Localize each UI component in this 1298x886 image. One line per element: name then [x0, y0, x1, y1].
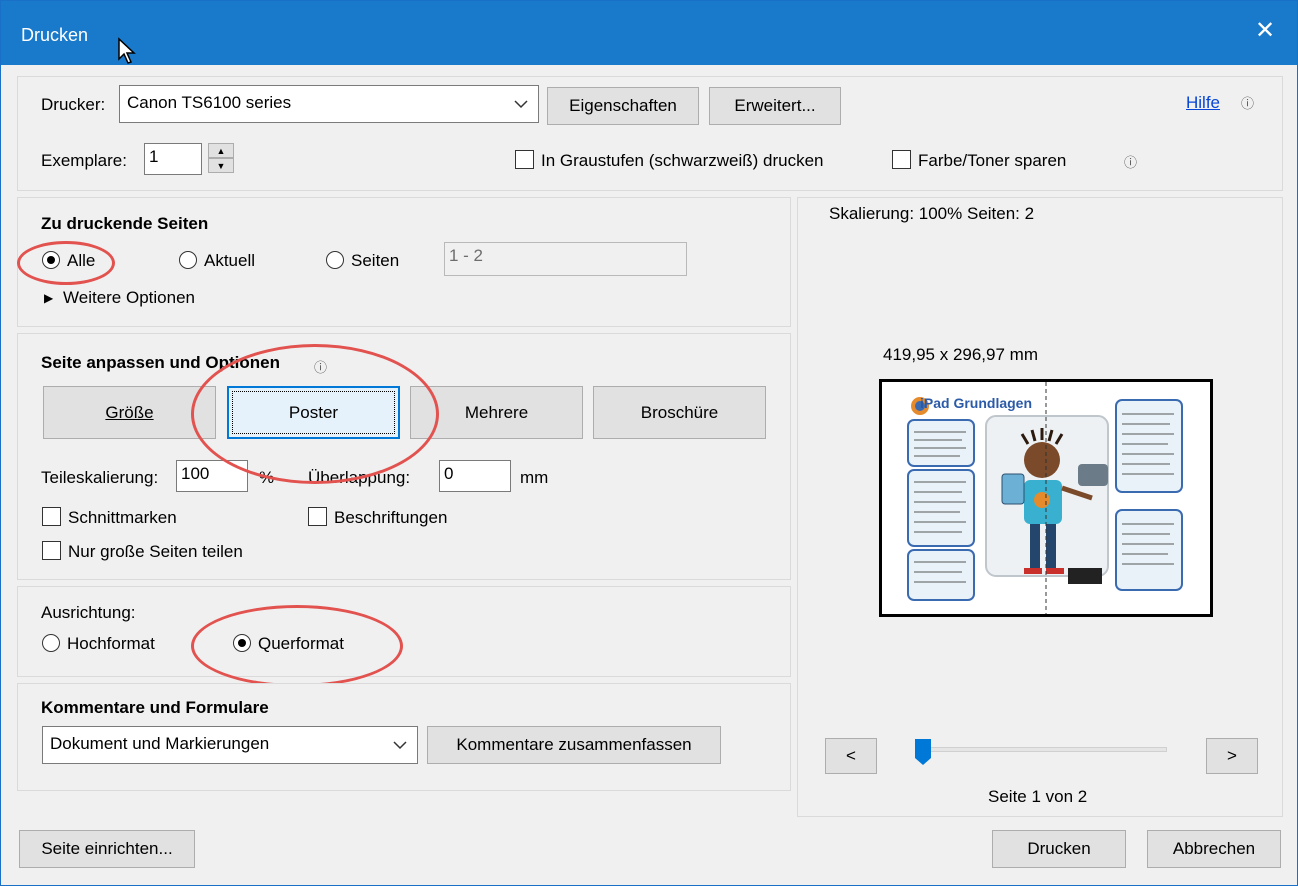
tab-booklet[interactable]: Broschüre	[593, 386, 766, 439]
pages-current-radio[interactable]	[179, 251, 197, 269]
copies-label: Exemplare:	[41, 151, 127, 170]
help-info-icon[interactable]: ⓘ	[1241, 93, 1254, 112]
chevron-down-icon	[504, 86, 538, 122]
prev-page-button[interactable]: <	[825, 738, 877, 774]
preview-doc-title: iPad Grundlagen	[920, 395, 1033, 411]
print-button[interactable]: Drucken	[992, 830, 1126, 868]
advanced-button[interactable]: Erweitert...	[709, 87, 841, 125]
increment-icon[interactable]: ▲	[208, 143, 234, 158]
tile-scale-label: Teileskalierung:	[41, 468, 159, 487]
labels-checkbox[interactable]	[308, 507, 327, 526]
cut-marks-checkbox[interactable]	[42, 507, 61, 526]
portrait-label: Hochformat	[67, 634, 155, 653]
expand-triangle-icon[interactable]: ▶	[44, 291, 53, 305]
title-bar: Drucken ✕	[1, 1, 1297, 65]
copies-stepper[interactable]: ▲ ▼	[208, 143, 234, 173]
printer-label: Drucker:	[41, 95, 106, 114]
copies-input[interactable]: 1	[144, 143, 202, 175]
mouse-cursor-icon	[118, 37, 136, 64]
page-indicator: Seite 1 von 2	[988, 787, 1088, 806]
pages-current-label: Aktuell	[204, 251, 256, 270]
page-slider-track[interactable]	[919, 747, 1167, 752]
grayscale-checkbox[interactable]	[515, 150, 534, 169]
pages-heading: Zu druckende Seiten	[41, 214, 209, 233]
comments-select[interactable]: Dokument und Markierungen	[42, 726, 418, 764]
annotation-circle	[17, 241, 115, 285]
page-slider-thumb[interactable]	[914, 738, 932, 766]
close-icon[interactable]: ✕	[1255, 19, 1275, 43]
portrait-radio[interactable]	[42, 634, 60, 652]
help-link[interactable]: Hilfe	[1186, 93, 1220, 113]
printer-select[interactable]: Canon TS6100 series	[119, 85, 539, 123]
save-toner-checkbox[interactable]	[892, 150, 911, 169]
cut-marks-label: Schnittmarken	[68, 508, 177, 527]
overlap-unit: mm	[520, 468, 549, 487]
orientation-heading: Ausrichtung:	[41, 603, 136, 622]
overlap-input[interactable]: 0	[439, 460, 511, 492]
preview-dimensions: 419,95 x 296,97 mm	[883, 345, 1038, 364]
orientation-panel	[17, 586, 791, 677]
preview-scale-text: Skalierung: 100% Seiten: 2	[829, 204, 1035, 223]
window-title: Drucken	[21, 25, 89, 45]
summarize-comments-button[interactable]: Kommentare zusammenfassen	[427, 726, 721, 764]
cancel-button[interactable]: Abbrechen	[1147, 830, 1281, 868]
annotation-circle	[191, 605, 403, 687]
preview-thumbnail	[906, 382, 1186, 614]
more-options-toggle[interactable]: Weitere Optionen	[63, 288, 195, 308]
labels-label: Beschriftungen	[334, 508, 448, 527]
comments-select-value: Dokument und Markierungen	[50, 734, 270, 753]
page-preview: iPad Grundlagen	[879, 379, 1213, 617]
save-toner-info-icon[interactable]: ⓘ	[1124, 152, 1137, 171]
properties-button[interactable]: Eigenschaften	[547, 87, 699, 125]
comments-heading: Kommentare und Formulare	[41, 698, 269, 717]
pages-range-label: Seiten	[351, 251, 400, 270]
pages-range-input[interactable]: 1 - 2	[444, 242, 687, 276]
tab-size-label: Größe	[105, 402, 154, 422]
pages-range-radio[interactable]	[326, 251, 344, 269]
save-toner-label: Farbe/Toner sparen	[918, 151, 1067, 170]
page-setup-button[interactable]: Seite einrichten...	[19, 830, 195, 868]
next-page-button[interactable]: >	[1206, 738, 1258, 774]
decrement-icon[interactable]: ▼	[208, 158, 234, 173]
print-dialog: Drucken ✕ Drucker: Canon TS6100 series E…	[0, 0, 1298, 886]
grayscale-label: In Graustufen (schwarzweiß) drucken	[541, 151, 824, 170]
chevron-down-icon	[383, 727, 417, 763]
annotation-circle	[191, 344, 439, 484]
tile-large-pages-label: Nur große Seiten teilen	[68, 542, 243, 561]
tile-large-pages-checkbox[interactable]	[42, 541, 61, 560]
printer-select-value: Canon TS6100 series	[127, 93, 292, 112]
